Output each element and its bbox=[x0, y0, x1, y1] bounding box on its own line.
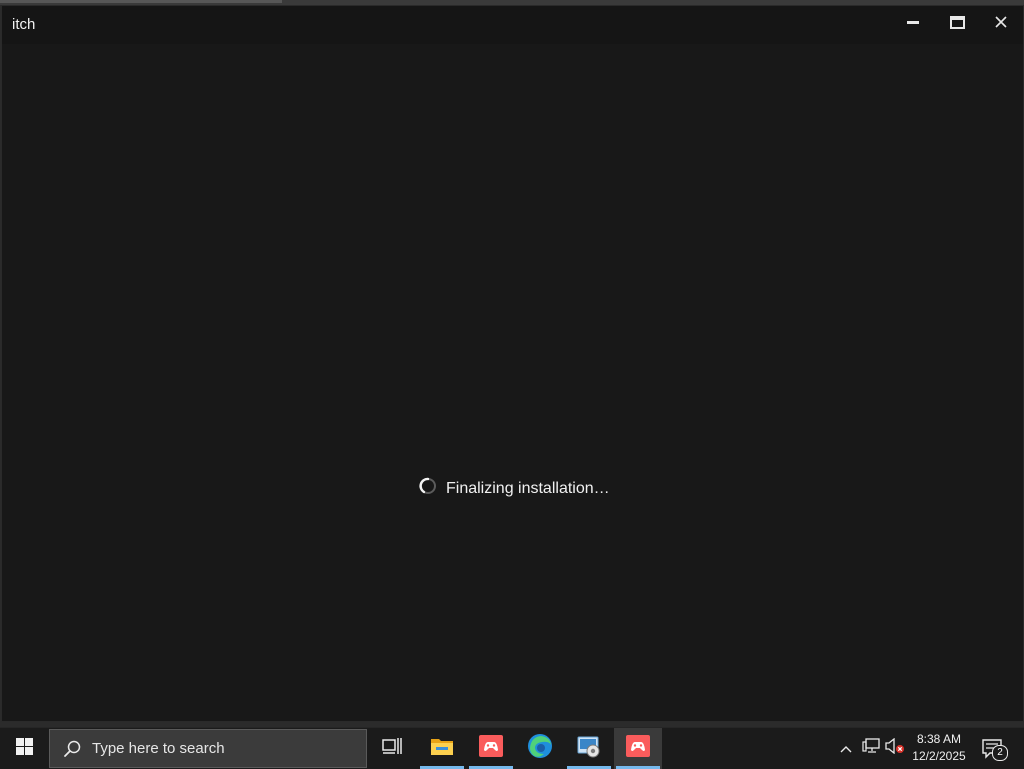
maximize-button[interactable] bbox=[935, 6, 979, 38]
search-placeholder: Type here to search bbox=[92, 740, 225, 757]
network-icon bbox=[862, 738, 880, 759]
taskbar-search-box[interactable]: Type here to search bbox=[49, 729, 367, 768]
task-view-button[interactable] bbox=[368, 728, 416, 769]
title-bar[interactable]: itch bbox=[2, 6, 1023, 44]
itch-app-icon bbox=[626, 735, 650, 762]
itch-window: itch bbox=[1, 5, 1024, 722]
taskbar: Type here to search 8:38 AM 12/2/2025 2 bbox=[0, 727, 1024, 769]
action-center-button[interactable]: 2 bbox=[978, 728, 1008, 769]
taskbar-file-explorer[interactable] bbox=[418, 728, 466, 769]
windows-logo-icon bbox=[15, 737, 33, 760]
loading-status-text: Finalizing installation… bbox=[446, 479, 610, 497]
notification-icon: 2 bbox=[982, 738, 1008, 761]
close-icon bbox=[995, 16, 1007, 28]
task-view-icon bbox=[382, 737, 402, 760]
clock-date: 12/2/2025 bbox=[912, 749, 966, 763]
file-explorer-icon bbox=[430, 736, 454, 761]
minimize-button[interactable] bbox=[891, 6, 935, 38]
control-panel-icon bbox=[577, 734, 601, 763]
chevron-up-icon bbox=[840, 740, 852, 758]
window-title: itch bbox=[12, 16, 36, 33]
itch-app-icon bbox=[479, 735, 503, 762]
loading-spinner-icon bbox=[418, 476, 438, 501]
notification-count-badge: 2 bbox=[992, 744, 1008, 761]
minimize-icon bbox=[907, 16, 919, 28]
taskbar-edge[interactable] bbox=[516, 728, 564, 769]
taskbar-control-panel[interactable] bbox=[565, 728, 613, 769]
edge-browser-icon bbox=[527, 733, 553, 764]
show-hidden-icons-button[interactable] bbox=[836, 728, 856, 769]
network-button[interactable] bbox=[860, 728, 882, 769]
volume-button[interactable] bbox=[884, 728, 906, 769]
clock-time: 8:38 AM bbox=[916, 732, 962, 746]
search-icon bbox=[54, 740, 90, 758]
start-button[interactable] bbox=[0, 728, 48, 769]
loading-status: Finalizing installation… bbox=[418, 476, 610, 501]
taskbar-itch-active[interactable] bbox=[614, 728, 662, 769]
taskbar-clock[interactable]: 8:38 AM 12/2/2025 bbox=[908, 731, 970, 765]
taskbar-itch[interactable] bbox=[467, 728, 515, 769]
maximize-icon bbox=[949, 15, 965, 29]
close-button[interactable] bbox=[979, 6, 1023, 38]
volume-muted-icon bbox=[885, 737, 905, 759]
main-content bbox=[2, 44, 1023, 721]
